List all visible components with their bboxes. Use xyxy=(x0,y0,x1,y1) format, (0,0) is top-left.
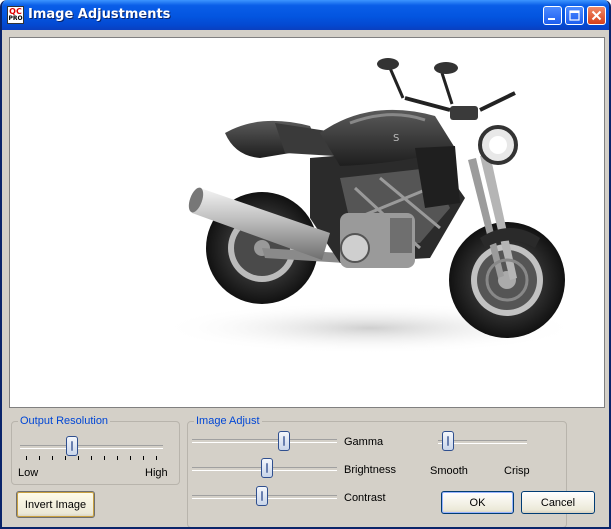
resolution-tick xyxy=(65,456,66,460)
contrast-label: Contrast xyxy=(344,492,386,504)
resolution-tick xyxy=(143,456,144,460)
low-label: Low xyxy=(18,467,39,479)
resolution-tick xyxy=(26,456,27,460)
app-icon-bottom-text: PRO xyxy=(8,15,23,22)
image-adjustments-window: QC PRO Image Adjustments S Output Resolu… xyxy=(0,0,611,529)
ok-button[interactable]: OK xyxy=(441,491,514,514)
smooth-label: Smooth xyxy=(430,465,468,477)
high-label: High xyxy=(145,467,168,479)
svg-text:S: S xyxy=(393,133,399,144)
resolution-tick xyxy=(78,456,79,460)
app-icon: QC PRO xyxy=(7,6,24,24)
minimize-icon xyxy=(548,18,555,20)
title-bar[interactable]: QC PRO Image Adjustments xyxy=(2,0,609,30)
app-icon-top-text: QC xyxy=(9,7,22,16)
close-icon xyxy=(591,10,602,21)
output-resolution-slider[interactable] xyxy=(66,436,78,456)
resolution-tick xyxy=(117,456,118,460)
maximize-icon xyxy=(569,10,580,21)
brightness-slider[interactable] xyxy=(261,458,273,478)
close-button[interactable] xyxy=(587,6,606,25)
window-title: Image Adjustments xyxy=(28,7,171,22)
output-resolution-track xyxy=(20,445,163,449)
cancel-button[interactable]: Cancel xyxy=(521,491,595,514)
crisp-label: Crisp xyxy=(504,465,530,477)
resolution-tick xyxy=(52,456,53,460)
output-resolution-group: Output Resolution Low High xyxy=(11,415,180,485)
output-resolution-legend: Output Resolution xyxy=(18,415,111,427)
resolution-tick xyxy=(104,456,105,460)
maximize-button[interactable] xyxy=(565,6,584,25)
resolution-tick xyxy=(156,456,157,460)
controls-panel: Output Resolution Low High Image Adjust … xyxy=(2,410,609,527)
image-adjust-legend: Image Adjust xyxy=(194,415,262,427)
motorcycle-image: S xyxy=(160,58,580,354)
gamma-track xyxy=(192,439,337,443)
image-preview: S xyxy=(9,37,605,408)
resolution-tick xyxy=(130,456,131,460)
contrast-slider[interactable] xyxy=(256,486,268,506)
minimize-button[interactable] xyxy=(543,6,562,25)
gamma-label: Gamma xyxy=(344,436,384,448)
gamma-slider[interactable] xyxy=(278,431,290,451)
resolution-tick xyxy=(91,456,92,460)
invert-image-button[interactable]: Invert Image xyxy=(16,491,95,518)
sharpness-slider[interactable] xyxy=(442,431,454,451)
resolution-tick xyxy=(39,456,40,460)
brightness-label: Brightness xyxy=(344,464,396,476)
